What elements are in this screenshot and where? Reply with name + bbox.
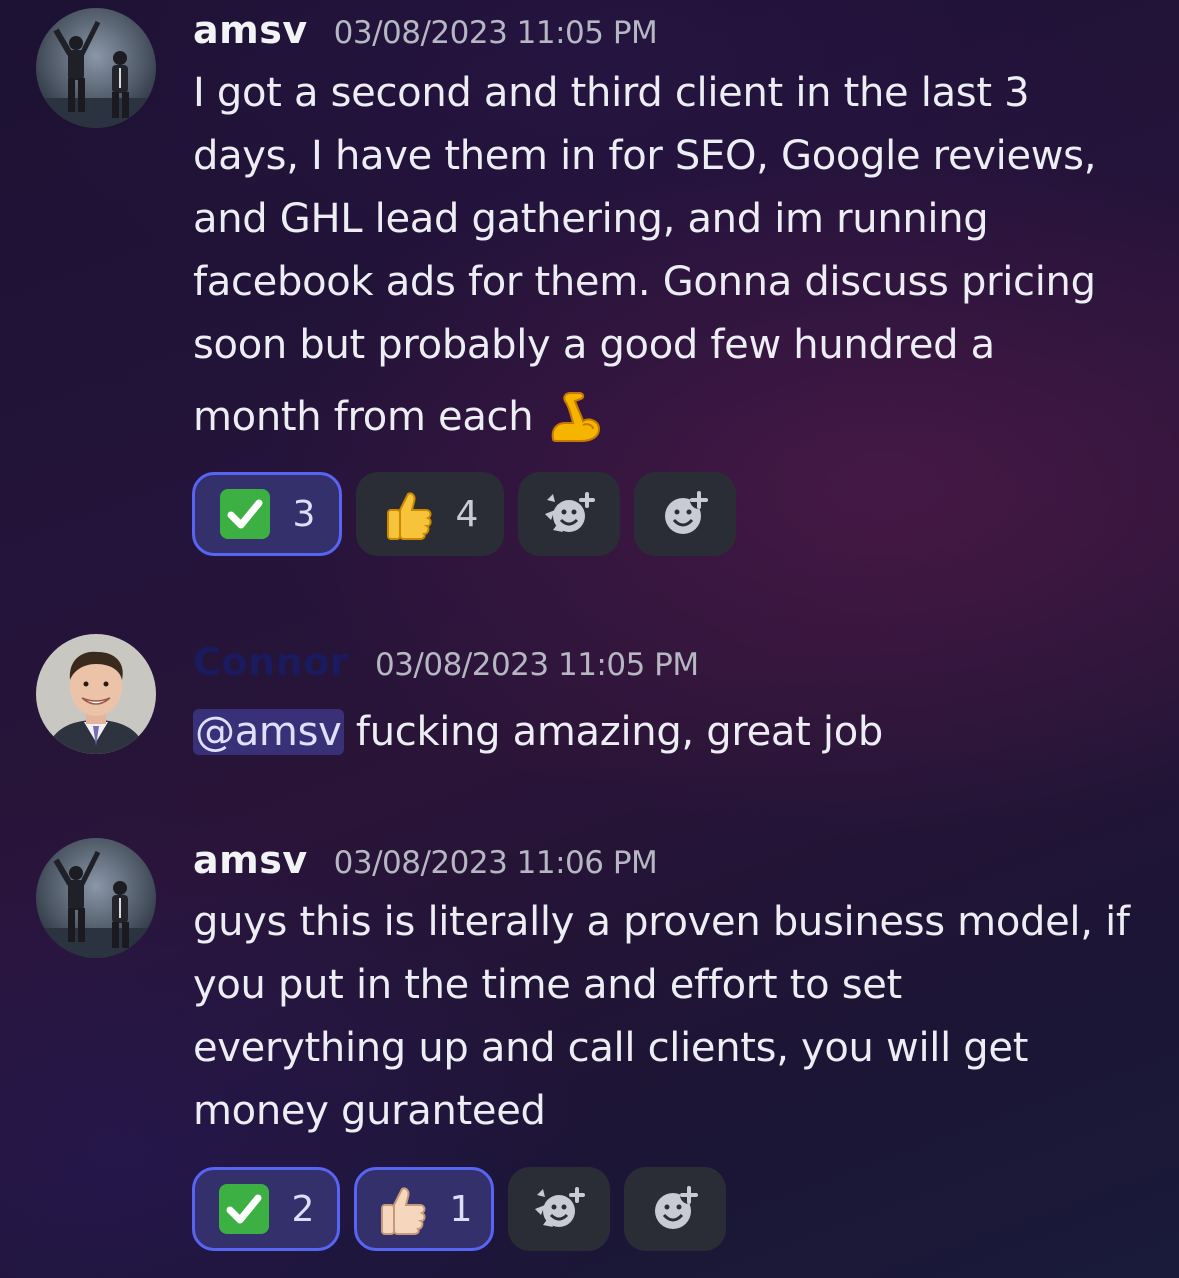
reaction-thumbs-up[interactable]: 4 — [356, 472, 504, 556]
reactions-bar: 3 4 — [192, 472, 736, 556]
add-reaction-button[interactable] — [624, 1167, 726, 1251]
reaction-count: 2 — [291, 1188, 315, 1230]
timestamp: 03/08/2023 11:06 PM — [333, 845, 658, 881]
message-line: facebook ads for them. Gonna discuss pri… — [193, 259, 1096, 305]
timestamp: 03/08/2023 11:05 PM — [374, 647, 699, 683]
add-super-reaction-icon — [531, 1185, 587, 1233]
avatar-amsv[interactable] — [36, 8, 156, 128]
message-content: @amsv fucking amazing, great job — [193, 701, 1153, 764]
reaction-count: 3 — [292, 493, 316, 535]
add-super-reaction-button[interactable] — [518, 472, 620, 556]
reaction-thumbs-up[interactable]: 1 — [354, 1167, 494, 1251]
user-mention[interactable]: @amsv — [193, 709, 344, 755]
message-line: month from each — [193, 393, 534, 440]
username[interactable]: amsv — [193, 8, 308, 52]
message-text: fucking amazing, great job — [343, 709, 883, 755]
avatar-connor[interactable] — [36, 634, 156, 754]
message-line: guys this is literally a proven business… — [193, 899, 1130, 945]
username[interactable]: amsv — [193, 838, 308, 882]
thumbs-up-light-skin-icon — [376, 1183, 428, 1235]
message-line: everything up and call clients, you will… — [193, 1025, 1029, 1071]
message-line: money guranteed — [193, 1088, 546, 1134]
message-header: amsv 03/08/2023 11:06 PM — [193, 838, 658, 888]
flexed-biceps-emoji — [547, 389, 603, 445]
reactions-bar: 2 1 — [192, 1167, 726, 1251]
thumbs-up-icon — [382, 488, 434, 540]
add-super-reaction-icon — [541, 490, 597, 538]
message-header: amsv 03/08/2023 11:05 PM — [193, 8, 658, 58]
reaction-count: 1 — [449, 1188, 473, 1230]
message-header: Connor 03/08/2023 11:05 PM — [193, 640, 699, 690]
message-line-with-emoji: month from each — [193, 377, 1153, 457]
reaction-check-mark[interactable]: 2 — [192, 1167, 340, 1251]
message-content: I got a second and third client in the l… — [193, 62, 1153, 457]
reaction-count: 4 — [455, 493, 479, 535]
message-content: guys this is literally a proven business… — [193, 891, 1163, 1143]
add-super-reaction-button[interactable] — [508, 1167, 610, 1251]
username[interactable]: Connor — [193, 640, 349, 684]
white-check-mark-icon — [219, 488, 271, 540]
timestamp: 03/08/2023 11:05 PM — [333, 15, 658, 51]
message-line: you put in the time and effort to set — [193, 962, 902, 1008]
add-reaction-icon — [649, 1185, 701, 1233]
add-reaction-icon — [659, 490, 711, 538]
message-line: I got a second and third client in the l… — [193, 70, 1030, 116]
message-line: soon but probably a good few hundred a — [193, 322, 995, 368]
message-line: days, I have them in for SEO, Google rev… — [193, 133, 1097, 179]
add-reaction-button[interactable] — [634, 472, 736, 556]
white-check-mark-icon — [218, 1183, 270, 1235]
reaction-check-mark[interactable]: 3 — [192, 472, 342, 556]
avatar-amsv[interactable] — [36, 838, 156, 958]
message-line: and GHL lead gathering, and im running — [193, 196, 989, 242]
